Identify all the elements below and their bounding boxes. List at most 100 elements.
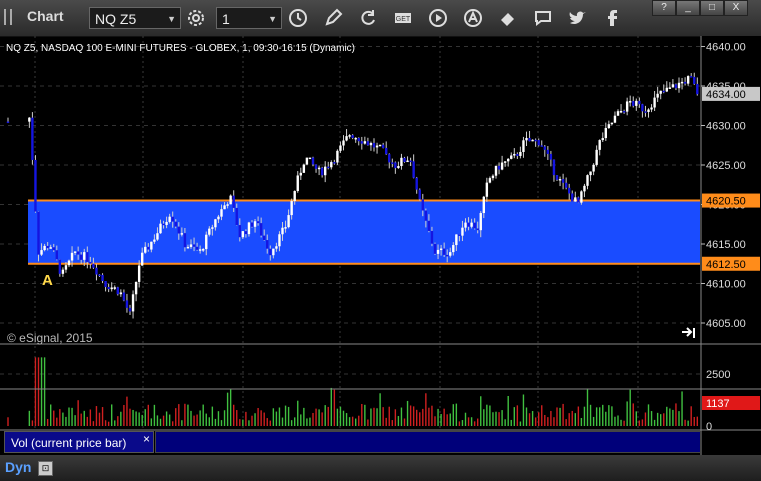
volume-tick-label: 0 xyxy=(706,421,712,433)
candle-body xyxy=(217,216,220,220)
copyright-text: © eSignal, 2015 xyxy=(7,331,93,345)
candle-body xyxy=(543,146,546,150)
candle-body xyxy=(485,182,489,197)
candle-body xyxy=(400,157,403,167)
candle-body xyxy=(668,87,672,89)
facebook-icon[interactable] xyxy=(603,8,623,28)
candle-body xyxy=(412,161,415,178)
interval-value: 1 xyxy=(222,11,230,27)
drag-grip-icon[interactable] xyxy=(4,9,12,25)
candle-body xyxy=(327,166,330,169)
candle-body xyxy=(278,234,281,247)
refresh-icon[interactable] xyxy=(358,8,378,28)
candle-body xyxy=(494,165,498,176)
candle-body xyxy=(381,144,385,148)
candle-body xyxy=(619,111,623,113)
candle-body xyxy=(421,199,424,211)
price-tick-label: 4615.00 xyxy=(706,239,746,251)
candle-body xyxy=(372,142,376,148)
candle-body xyxy=(497,165,501,170)
candle-body xyxy=(531,139,534,142)
candle-body xyxy=(86,252,89,262)
candle-body xyxy=(369,142,373,146)
status-bar xyxy=(0,455,761,481)
candle-body xyxy=(677,82,681,89)
chart-toolbar: Chart NQ Z5 ▼ 1 ▼ GET ? _ □ X xyxy=(0,0,761,37)
candle-body xyxy=(491,175,495,179)
scroll-to-end-icon[interactable] xyxy=(682,327,695,338)
get-icon[interactable]: GET xyxy=(393,8,413,28)
candle-body xyxy=(302,164,306,173)
candle-body xyxy=(635,100,638,106)
pencil-icon[interactable] xyxy=(323,8,343,28)
study-label[interactable]: Vol (current price bar) xyxy=(4,431,154,453)
candle-body xyxy=(122,292,126,301)
candle-body xyxy=(241,231,245,238)
maximize-button[interactable]: □ xyxy=(700,0,724,16)
volume-series xyxy=(7,357,698,426)
candle-body xyxy=(415,177,418,190)
candle-body xyxy=(418,189,421,200)
candle-body xyxy=(177,226,180,234)
candle-body xyxy=(375,145,379,148)
lock-icon[interactable]: ⊡ xyxy=(38,461,53,476)
candle-body xyxy=(55,250,58,260)
candle-body xyxy=(525,137,528,141)
candle-body xyxy=(299,172,302,176)
candle-body xyxy=(80,254,83,260)
chat-icon[interactable] xyxy=(533,8,553,28)
band-marker-label: A xyxy=(42,272,53,289)
eraser-icon[interactable] xyxy=(498,8,518,28)
candle-body xyxy=(625,101,629,112)
twitter-icon[interactable] xyxy=(568,8,588,28)
upper-band-label: 4620.50 xyxy=(706,196,746,208)
candle-body xyxy=(238,225,241,238)
price-chart[interactable]: 4640.004635.004630.004625.004620.004615.… xyxy=(0,36,761,455)
candle-body xyxy=(385,147,388,155)
candle-body xyxy=(488,178,492,183)
candle-body xyxy=(272,248,275,256)
candle-body xyxy=(452,245,455,253)
candle-body xyxy=(342,140,345,146)
candle-body xyxy=(650,107,653,110)
candle-body xyxy=(293,191,296,202)
interval-select[interactable]: 1 ▼ xyxy=(216,7,282,29)
candle-body xyxy=(436,249,440,254)
candle-body xyxy=(613,115,617,123)
candle-body xyxy=(339,145,342,151)
candle-body xyxy=(564,182,568,188)
minimize-button[interactable]: _ xyxy=(676,0,700,16)
candle-body xyxy=(46,245,49,249)
candle-body xyxy=(320,167,324,176)
candle-body xyxy=(324,166,327,176)
settings-gear-icon[interactable] xyxy=(186,8,206,28)
volume-tick-label: 2500 xyxy=(706,369,730,381)
close-icon[interactable]: × xyxy=(143,432,150,446)
candle-body xyxy=(40,250,43,255)
candle-body xyxy=(330,162,333,168)
candle-body xyxy=(534,139,537,142)
clock-icon[interactable] xyxy=(288,8,308,28)
chevron-down-icon: ▼ xyxy=(268,14,277,24)
symbol-select[interactable]: NQ Z5 ▼ xyxy=(89,7,181,29)
candle-body xyxy=(314,164,318,169)
symbol-value: NQ Z5 xyxy=(95,11,137,27)
candle-body xyxy=(473,222,476,229)
alert-icon[interactable] xyxy=(463,8,483,28)
candle-body xyxy=(308,157,312,160)
help-button[interactable]: ? xyxy=(652,0,676,16)
candle-body xyxy=(144,246,147,253)
candle-body xyxy=(333,162,336,164)
candle-body xyxy=(125,300,129,308)
dynamic-mode-label[interactable]: Dyn xyxy=(5,459,31,475)
candle-body xyxy=(305,157,309,165)
candle-body xyxy=(205,234,208,250)
candle-body xyxy=(574,197,577,202)
candle-body xyxy=(31,117,34,160)
candle-body xyxy=(363,141,367,144)
candle-body xyxy=(229,195,232,205)
candle-body xyxy=(638,100,641,105)
candle-body xyxy=(461,227,464,236)
close-button[interactable]: X xyxy=(724,0,748,16)
play-icon[interactable] xyxy=(428,8,448,28)
